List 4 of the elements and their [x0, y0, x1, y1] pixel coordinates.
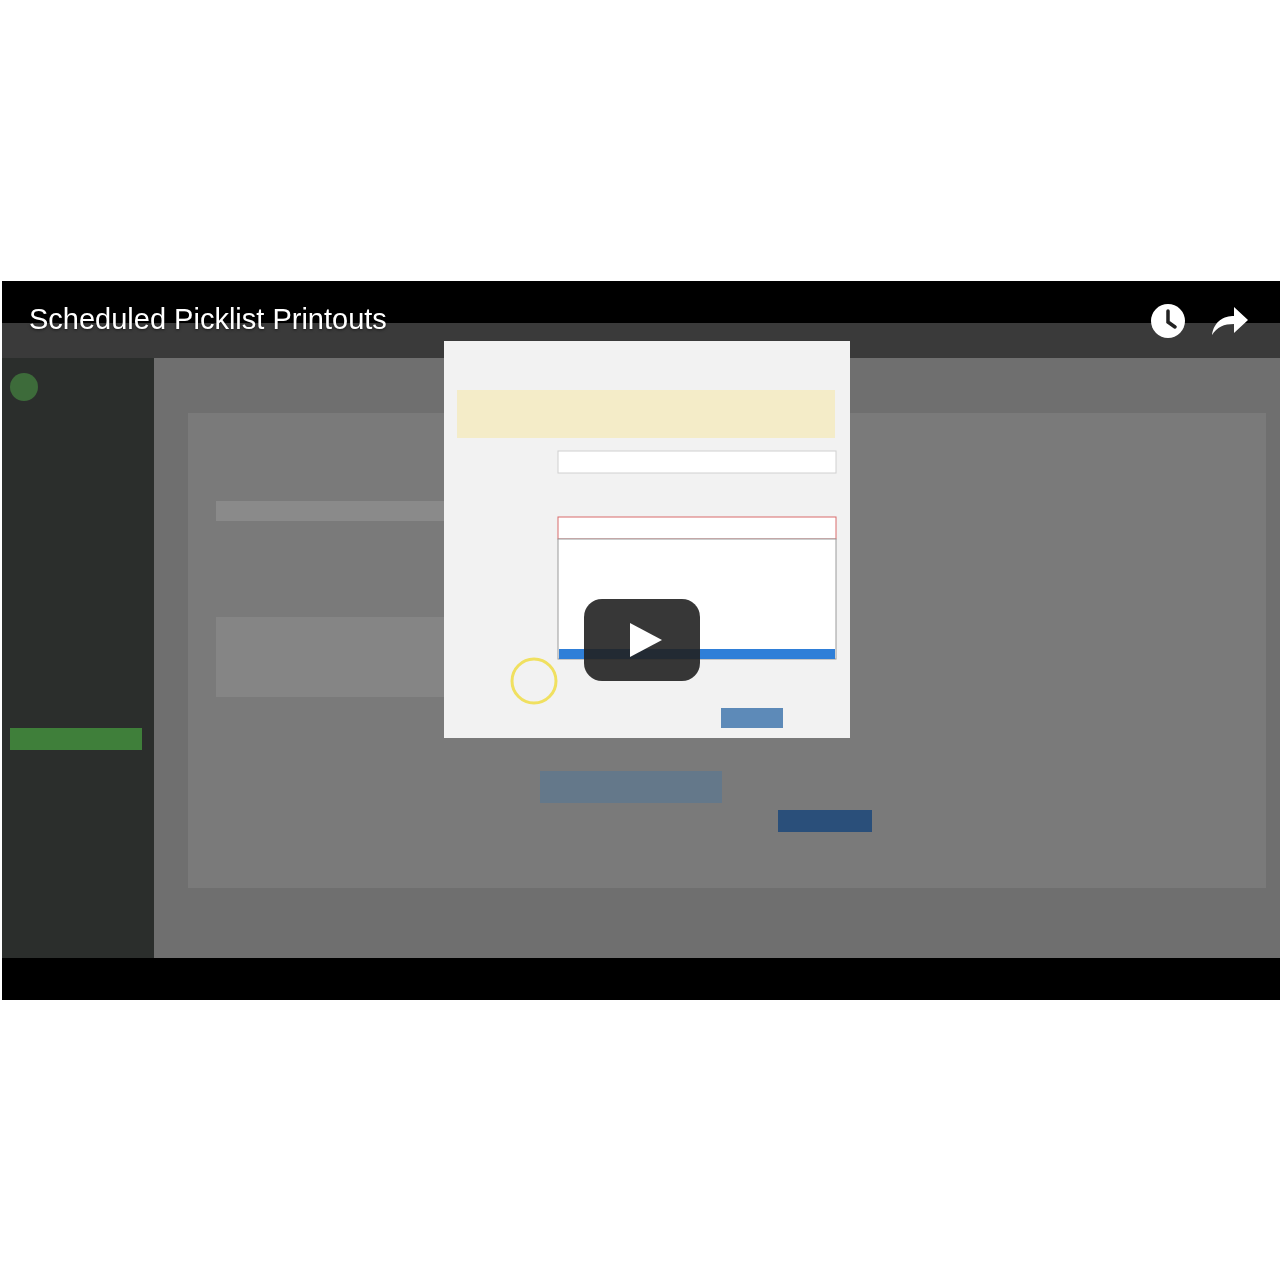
- clock-icon[interactable]: [1150, 303, 1186, 339]
- video-title: Scheduled Picklist Printouts: [29, 303, 387, 336]
- share-icon[interactable]: [1210, 305, 1250, 337]
- play-button[interactable]: [584, 599, 700, 681]
